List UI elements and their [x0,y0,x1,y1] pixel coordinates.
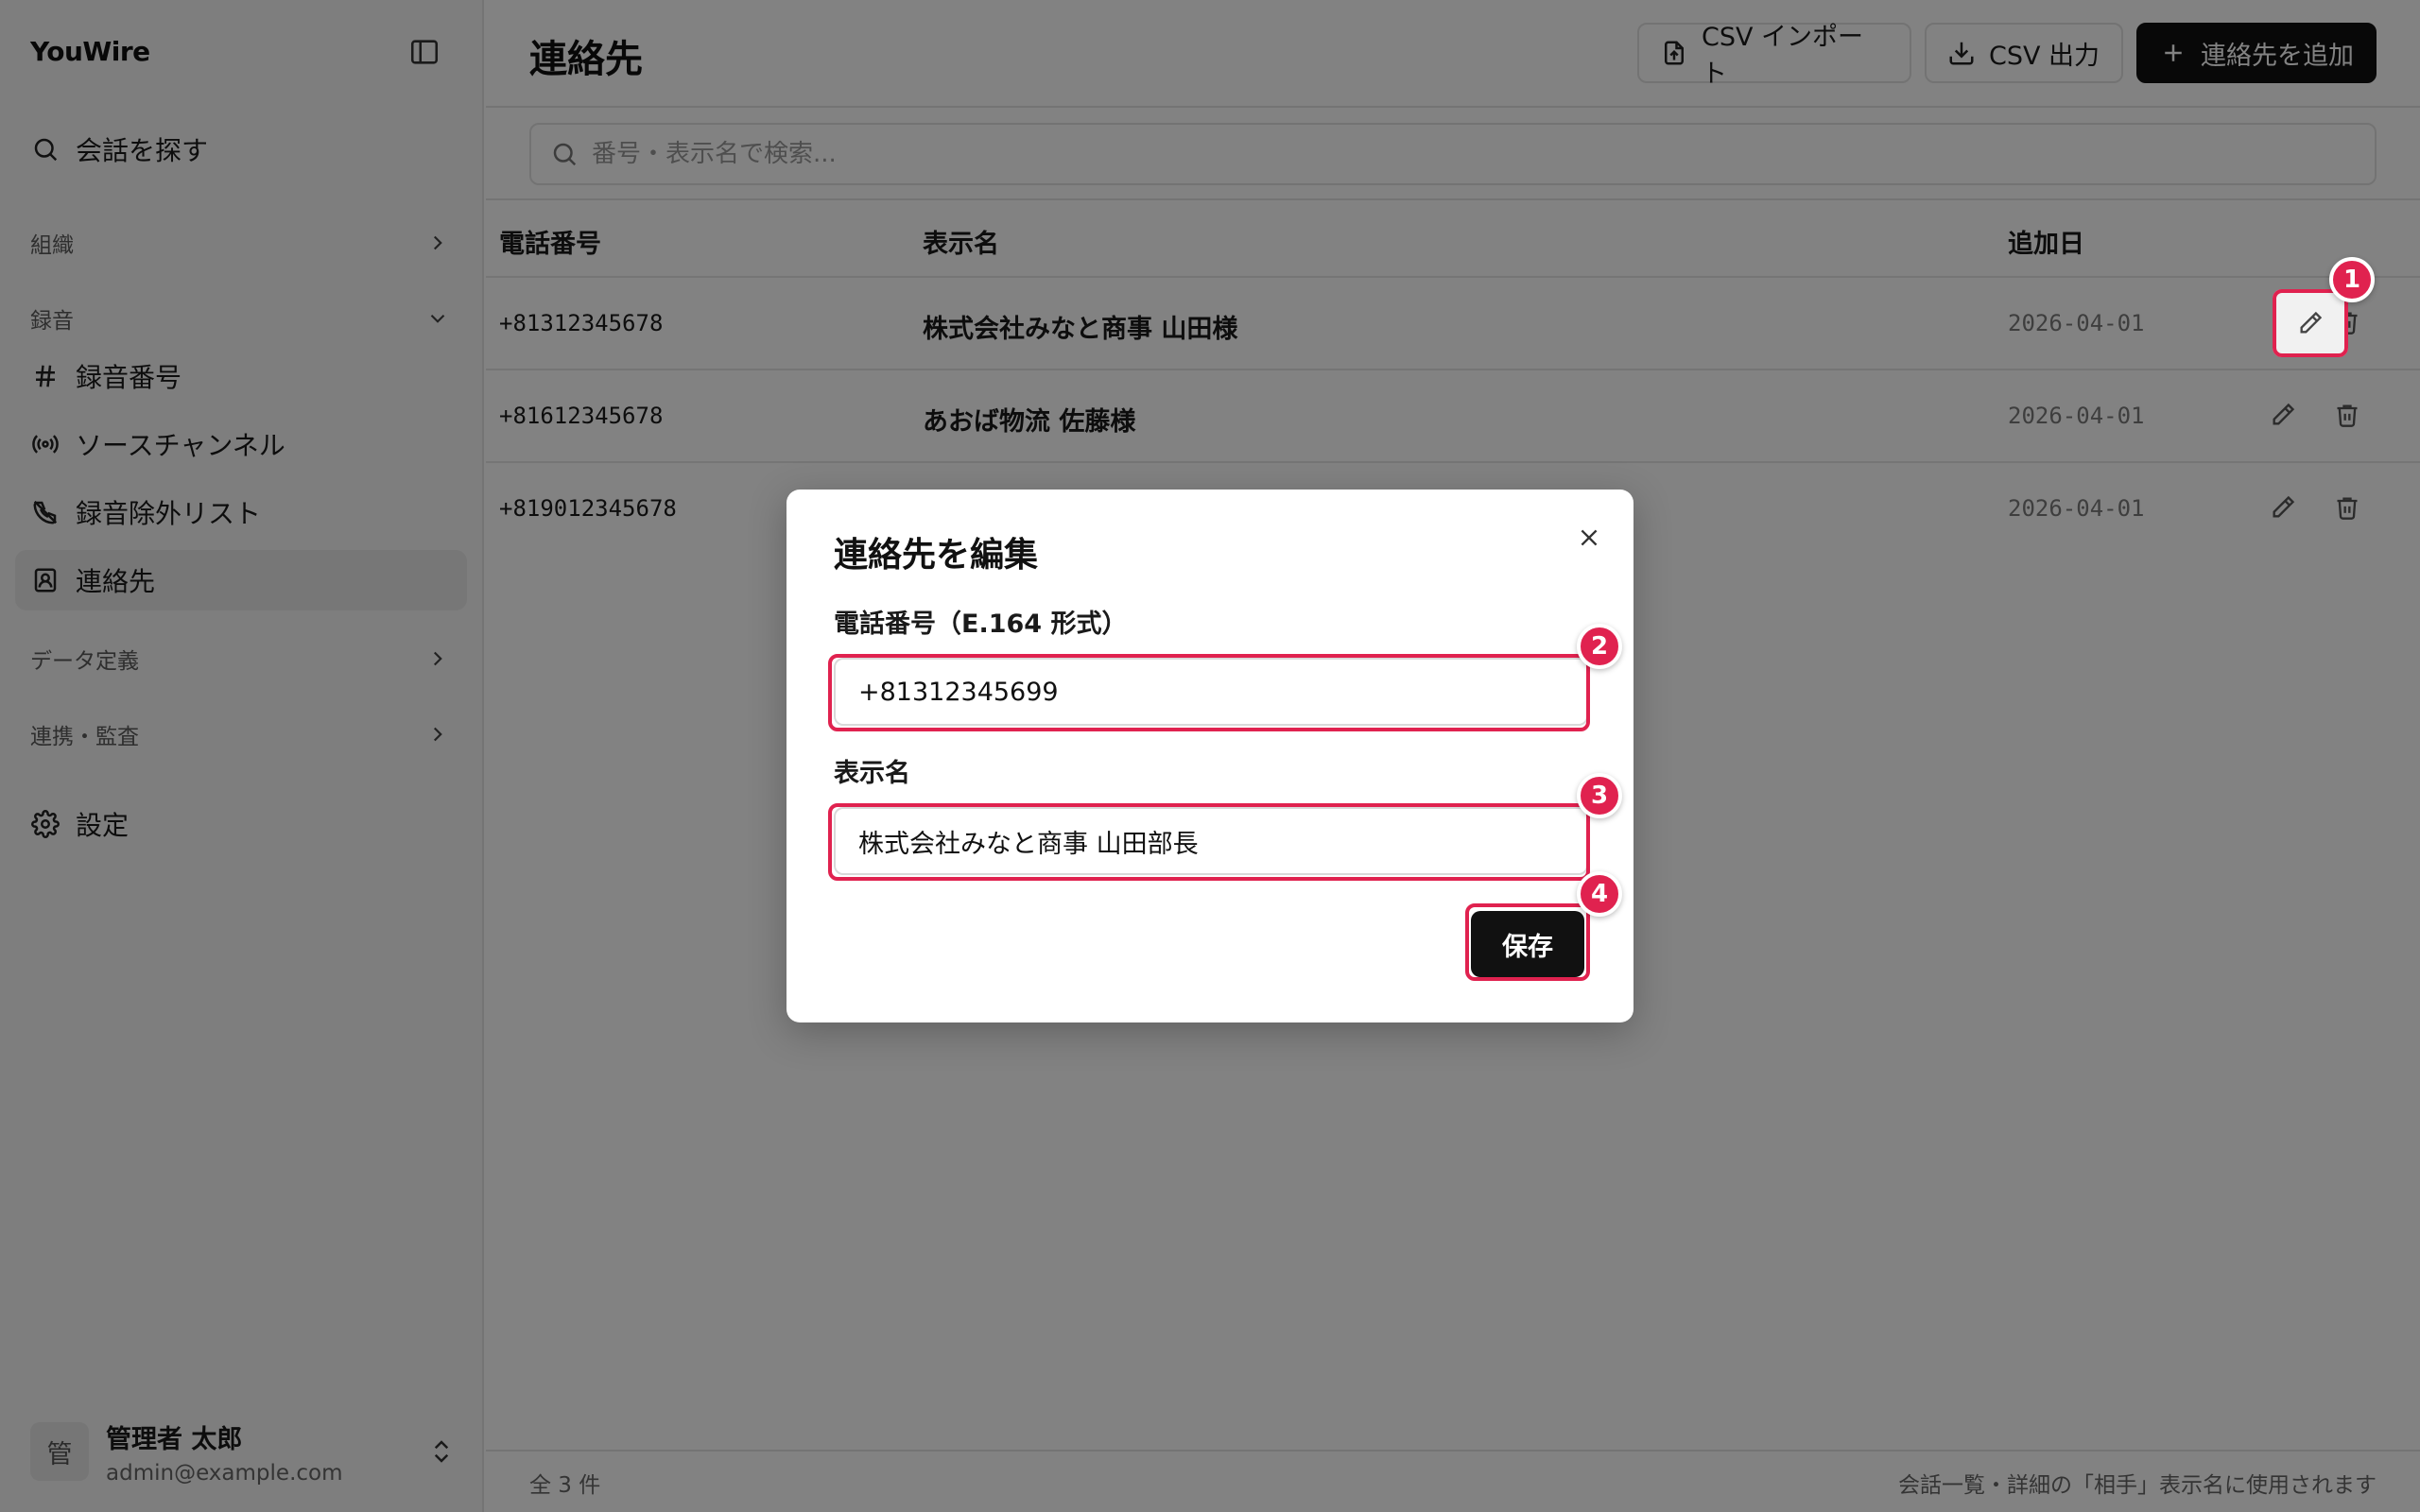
save-button[interactable]: 保存 [1471,911,1584,977]
phone-field[interactable] [834,658,1588,726]
step-marker: 2 [1577,624,1622,669]
edit-contact-dialog: 連絡先を編集 電話番号（E.164 形式） 表示名 保存 [786,490,1634,1022]
step-marker: 3 [1577,773,1622,818]
pencil-icon [2300,311,2323,334]
step-marker: 4 [1577,871,1622,917]
close-button[interactable] [1573,522,1605,554]
dialog-title: 連絡先を編集 [834,536,1039,575]
step-marker: 1 [2329,257,2375,302]
display-name-field[interactable] [834,807,1588,875]
phone-field-label: 電話番号（E.164 形式） [834,610,1128,639]
close-icon [1581,529,1598,546]
edit-button-active[interactable] [2273,289,2348,357]
name-field-label: 表示名 [834,759,910,788]
